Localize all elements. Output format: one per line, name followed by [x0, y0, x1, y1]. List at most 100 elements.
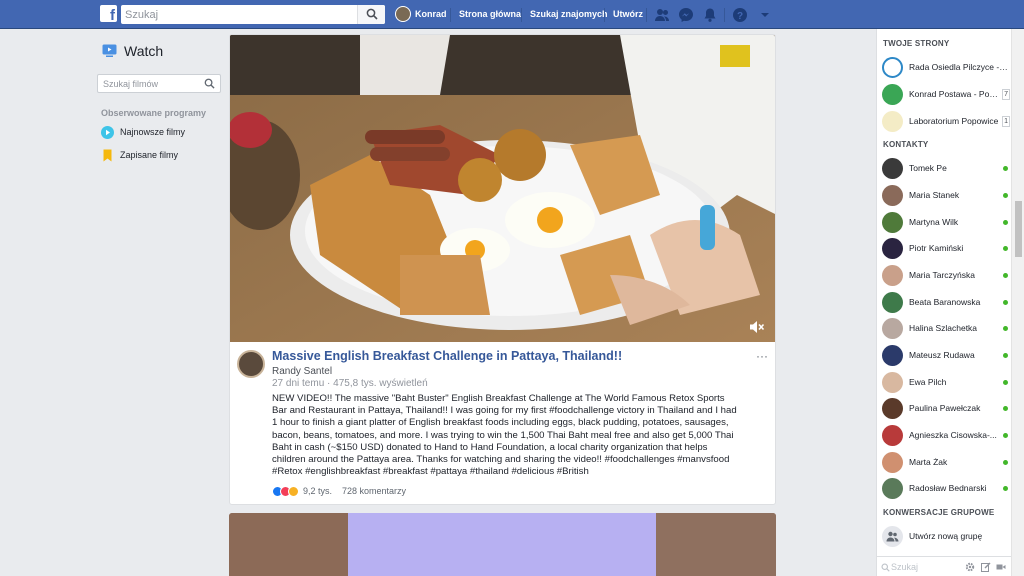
video-search-input[interactable]	[103, 77, 198, 90]
chat-search-input[interactable]	[891, 561, 951, 573]
contact-item[interactable]: Martyna Wilk	[882, 211, 1010, 233]
profile-link[interactable]: Konrad	[415, 0, 447, 29]
page-scrollbar[interactable]	[1011, 29, 1024, 576]
top-navigation-bar: f Konrad Strona główna Szukaj znajomych …	[0, 0, 1024, 29]
contact-avatar	[882, 451, 903, 473]
contact-avatar	[882, 371, 903, 393]
sidebar-item-label: Najnowsze filmy	[120, 127, 186, 137]
online-status-icon	[1003, 485, 1008, 491]
reactions-count[interactable]: 9,2 tys.	[303, 486, 332, 496]
online-status-icon	[1003, 352, 1008, 358]
home-link[interactable]: Strona główna	[459, 0, 521, 29]
contact-avatar	[882, 424, 903, 446]
facebook-logo-icon[interactable]: f	[100, 5, 117, 23]
online-status-icon	[1003, 165, 1008, 171]
contact-avatar	[882, 317, 903, 339]
page-item[interactable]: Rada Osiedla Pilczyce - K...	[882, 56, 1010, 78]
nav-divider	[450, 8, 451, 22]
contact-item[interactable]: Maria Tarczyńska	[882, 264, 1010, 286]
watch-tv-icon	[102, 44, 117, 57]
video-chat-icon[interactable]	[996, 562, 1006, 572]
contact-item[interactable]: Ewa Pilch	[882, 371, 1010, 393]
contact-avatar	[882, 291, 903, 313]
online-status-icon	[1003, 459, 1008, 465]
sidebar-item-saved-videos[interactable]: Zapisane filmy	[101, 147, 178, 163]
more-options-icon[interactable]: ···	[756, 349, 768, 363]
video-frame-left	[229, 513, 348, 576]
page-logo-icon	[882, 56, 903, 78]
compose-icon[interactable]	[981, 562, 991, 572]
contact-item[interactable]: Maria Stanek	[882, 184, 1010, 206]
create-group-button[interactable]: Utwórz nową grupę	[882, 525, 1010, 547]
search-icon[interactable]	[204, 78, 215, 89]
contact-avatar	[882, 184, 903, 206]
nav-divider	[724, 8, 725, 22]
gear-icon[interactable]	[965, 562, 975, 572]
contact-item[interactable]: Beata Baranowska	[882, 291, 1010, 313]
online-status-icon	[1003, 405, 1008, 411]
play-icon	[101, 125, 114, 139]
sidebar-item-latest-videos[interactable]: Najnowsze filmy	[101, 124, 185, 140]
find-friends-link[interactable]: Szukaj znajomych	[530, 0, 608, 29]
contact-item[interactable]: Halina Szlachetka	[882, 317, 1010, 339]
group-conversations-header: KONWERSACJE GRUPOWE	[883, 508, 995, 517]
search-button[interactable]	[357, 5, 385, 24]
page-logo-icon	[882, 83, 903, 105]
contact-item[interactable]: Mateusz Rudawa	[882, 344, 1010, 366]
contact-item[interactable]: Paulina Pawełczak	[882, 397, 1010, 419]
video-frame-center	[348, 513, 656, 576]
contact-avatar	[882, 477, 903, 499]
contact-avatar	[882, 264, 903, 286]
create-link[interactable]: Utwórz	[613, 0, 643, 29]
notifications-icon[interactable]	[702, 7, 718, 23]
video-frame-breakfast	[230, 35, 775, 342]
global-search	[121, 5, 385, 24]
contacts-header: KONTAKTY	[883, 140, 929, 149]
page-logo-icon	[882, 110, 903, 132]
group-people-icon	[886, 531, 899, 541]
contact-avatar	[882, 211, 903, 233]
group-icon	[882, 525, 903, 547]
right-sidebar: TWOJE STRONY Rada Osiedla Pilczyce - K..…	[876, 29, 1012, 576]
followed-shows-header: Obserwowane programy	[101, 108, 207, 118]
online-status-icon	[1003, 299, 1008, 305]
post-author-link[interactable]: Randy Santel	[272, 366, 332, 377]
contact-item[interactable]: Agnieszka Cisowska-...	[882, 424, 1010, 446]
contact-item[interactable]: Radosław Bednarski	[882, 477, 1010, 499]
wow-reaction-icon	[288, 485, 299, 497]
help-icon[interactable]: ?	[732, 7, 748, 23]
author-avatar[interactable]	[237, 350, 265, 378]
next-video-card[interactable]	[229, 513, 776, 576]
contact-item[interactable]: Piotr Kamiński	[882, 237, 1010, 259]
online-status-icon	[1003, 325, 1008, 331]
contact-item[interactable]: Tomek Pe	[882, 157, 1010, 179]
video-post-card: Massive English Breakfast Challenge in P…	[229, 34, 776, 505]
nav-divider	[521, 8, 522, 22]
notification-badge: 1	[1002, 115, 1010, 127]
account-menu-icon[interactable]	[757, 7, 773, 23]
comments-count[interactable]: 728 komentarzy	[342, 486, 406, 496]
video-player[interactable]	[230, 35, 775, 342]
contact-avatar	[882, 397, 903, 419]
your-pages-header: TWOJE STRONY	[883, 39, 950, 48]
contact-avatar	[882, 237, 903, 259]
nav-divider	[646, 8, 647, 22]
mute-icon[interactable]	[749, 320, 765, 334]
user-avatar[interactable]	[395, 6, 411, 22]
online-status-icon	[1003, 192, 1008, 198]
svg-text:?: ?	[737, 11, 743, 22]
search-icon	[366, 8, 378, 20]
global-search-input[interactable]	[125, 7, 345, 22]
reactions-bar[interactable]: 9,2 tys. 728 komentarzy	[272, 485, 406, 497]
messenger-icon[interactable]	[678, 7, 694, 23]
contact-avatar	[882, 344, 903, 366]
contact-item[interactable]: Marta Żak	[882, 451, 1010, 473]
friend-requests-icon[interactable]	[654, 7, 670, 23]
page-title: Watch	[124, 43, 164, 59]
page-item[interactable]: Laboratorium Popowice 1	[882, 110, 1010, 132]
nav-divider	[604, 8, 605, 22]
page-item[interactable]: Konrad Postawa - Post... 7	[882, 83, 1010, 105]
scrollbar-thumb[interactable]	[1015, 201, 1022, 257]
post-title-link[interactable]: Massive English Breakfast Challenge in P…	[272, 349, 622, 363]
online-status-icon	[1003, 272, 1008, 278]
